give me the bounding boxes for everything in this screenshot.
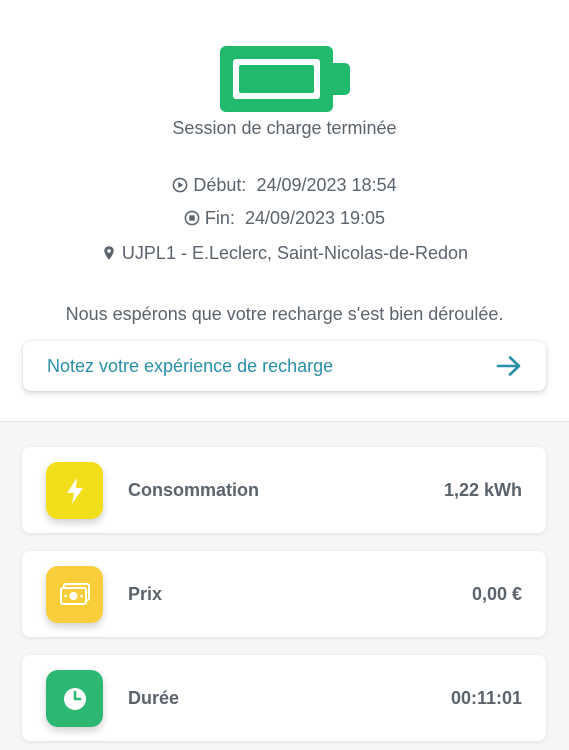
clock-icon xyxy=(46,670,103,727)
location-name: UJPL1 - E.Leclerc, Saint-Nicolas-de-Redo… xyxy=(121,243,469,263)
stat-value: 0,00 € xyxy=(471,584,522,604)
location-row: UJPL1 - E.Leclerc, Saint-Nicolas-de-Redo… xyxy=(0,243,569,264)
stat-value: 1,22 kWh xyxy=(443,480,522,500)
end-value: 24/09/2023 19:05 xyxy=(244,208,386,228)
end-time-row: Fin: 24/09/2023 19:05 xyxy=(0,208,569,229)
start-time-row: Début: 24/09/2023 18:54 xyxy=(0,175,569,196)
battery-tip xyxy=(333,63,350,95)
arrow-right-icon xyxy=(496,356,521,376)
start-label: Début: xyxy=(193,175,247,195)
end-label: Fin: xyxy=(204,208,235,228)
start-value: 24/09/2023 18:54 xyxy=(256,175,397,195)
stat-card-price: Prix 0,00 € xyxy=(22,551,546,637)
stat-label: Consommation xyxy=(128,480,260,500)
rate-experience-button[interactable]: Notez votre expérience de recharge xyxy=(23,341,546,391)
session-status: Session de charge terminée xyxy=(172,118,397,138)
feedback-message: Nous espérons que votre recharge s'est b… xyxy=(65,304,504,324)
lightning-icon xyxy=(46,462,103,519)
stat-card-consumption: Consommation 1,22 kWh xyxy=(22,447,546,533)
stats-section: Consommation 1,22 kWh Prix 0,00 € Durée … xyxy=(0,422,569,750)
location-pin-icon xyxy=(104,246,114,260)
stat-label: Durée xyxy=(128,688,180,708)
rate-experience-label: Notez votre expérience de recharge xyxy=(47,355,334,376)
play-circle-icon xyxy=(172,177,188,193)
money-icon xyxy=(46,566,103,623)
stop-circle-icon xyxy=(184,210,200,226)
stat-card-duration: Durée 00:11:01 xyxy=(22,655,546,741)
stat-value: 00:11:01 xyxy=(450,688,522,708)
session-summary: Session de charge terminée Début: 24/09/… xyxy=(0,0,569,422)
stat-label: Prix xyxy=(128,584,163,604)
battery-full-icon xyxy=(220,46,333,112)
